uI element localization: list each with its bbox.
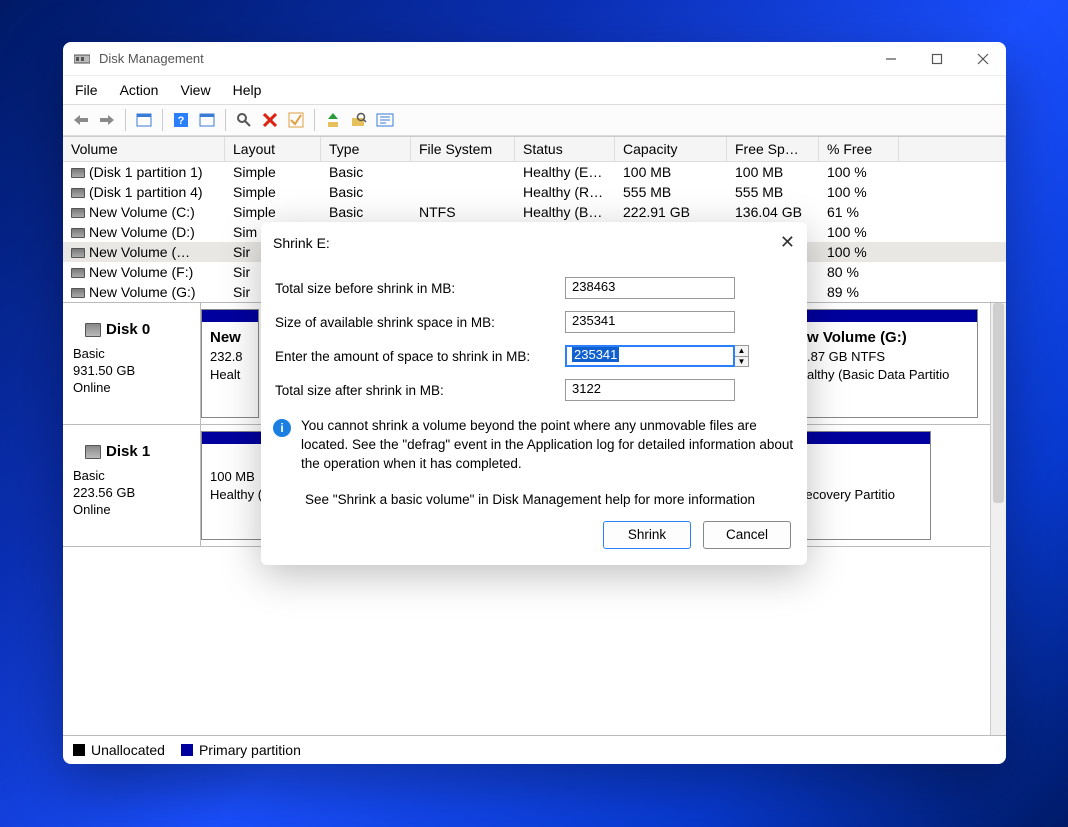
menu-action[interactable]: Action — [116, 80, 163, 100]
partition[interactable]: New232.8Healt — [201, 309, 259, 418]
minimize-button[interactable] — [868, 42, 914, 76]
col-free[interactable]: Free Sp… — [727, 137, 819, 162]
drive-icon — [71, 228, 85, 238]
value-total-before: 238463 — [565, 277, 735, 299]
drive-icon — [71, 288, 85, 298]
menu-view[interactable]: View — [176, 80, 214, 100]
label-enter-amount: Enter the amount of space to shrink in M… — [275, 349, 565, 364]
titlebar: Disk Management — [63, 42, 1006, 76]
disk-icon — [85, 445, 101, 459]
drive-icon — [71, 168, 85, 178]
cancel-button[interactable]: Cancel — [703, 521, 791, 549]
col-volume[interactable]: Volume — [63, 137, 225, 162]
legend-unallocated: Unallocated — [73, 742, 165, 758]
shrink-dialog: Shrink E: ✕ Total size before shrink in … — [261, 222, 807, 565]
show-hide-icon[interactable] — [132, 108, 156, 132]
col-layout[interactable]: Layout — [225, 137, 321, 162]
volume-row[interactable]: (Disk 1 partition 4)SimpleBasicHealthy (… — [63, 182, 1006, 202]
dialog-close-icon[interactable]: ✕ — [780, 232, 795, 253]
toolbar: ? — [63, 104, 1006, 136]
drive-icon — [71, 248, 85, 258]
drive-icon — [71, 208, 85, 218]
app-title: Disk Management — [99, 51, 204, 66]
label-total-before: Total size before shrink in MB: — [275, 281, 565, 296]
shrink-amount-input[interactable]: 235341 — [565, 345, 735, 367]
disk-header[interactable]: Disk 1Basic223.56 GBOnline — [63, 425, 201, 546]
shrink-button[interactable]: Shrink — [603, 521, 691, 549]
volume-row[interactable]: New Volume (C:)SimpleBasicNTFSHealthy (B… — [63, 202, 1006, 222]
volume-row[interactable]: (Disk 1 partition 1)SimpleBasicHealthy (… — [63, 162, 1006, 182]
svg-text:?: ? — [178, 115, 185, 127]
delete-icon[interactable] — [258, 108, 282, 132]
menu-bar: File Action View Help — [63, 76, 1006, 104]
help-icon[interactable]: ? — [169, 108, 193, 132]
partition[interactable]: w Volume (G:).87 GB NTFSalthy (Basic Dat… — [798, 309, 978, 418]
disk-header[interactable]: Disk 0Basic931.50 GBOnline — [63, 303, 201, 424]
legend-primary: Primary partition — [181, 742, 301, 758]
properties-icon[interactable] — [373, 108, 397, 132]
dialog-title: Shrink E: — [273, 235, 330, 251]
value-total-after: 3122 — [565, 379, 735, 401]
col-capacity[interactable]: Capacity — [615, 137, 727, 162]
value-available: 235341 — [565, 311, 735, 333]
back-icon[interactable] — [69, 108, 93, 132]
app-icon — [73, 50, 91, 68]
col-type[interactable]: Type — [321, 137, 411, 162]
col-fs[interactable]: File System — [411, 137, 515, 162]
info-icon: i — [273, 419, 291, 437]
upload-icon[interactable] — [321, 108, 345, 132]
grid-header: Volume Layout Type File System Status Ca… — [63, 137, 1006, 162]
col-pct-free[interactable]: % Free — [819, 137, 899, 162]
col-status[interactable]: Status — [515, 137, 615, 162]
disk-scrollbar[interactable] — [990, 303, 1006, 735]
legend: Unallocated Primary partition — [63, 735, 1006, 764]
disk-management-window: Disk Management File Action View Help ? — [63, 42, 1006, 764]
maximize-button[interactable] — [914, 42, 960, 76]
label-total-after: Total size after shrink in MB: — [275, 383, 565, 398]
close-button[interactable] — [960, 42, 1006, 76]
menu-file[interactable]: File — [71, 80, 102, 100]
forward-icon[interactable] — [95, 108, 119, 132]
find-disk-icon[interactable] — [347, 108, 371, 132]
help-text: See "Shrink a basic volume" in Disk Mana… — [261, 474, 807, 511]
scrollbar-thumb[interactable] — [993, 303, 1004, 503]
console-icon[interactable] — [195, 108, 219, 132]
check-icon[interactable] — [284, 108, 308, 132]
search-icon[interactable] — [232, 108, 256, 132]
label-available: Size of available shrink space in MB: — [275, 315, 565, 330]
menu-help[interactable]: Help — [229, 80, 266, 100]
shrink-amount-spinner[interactable]: ▲▼ — [735, 345, 749, 367]
info-text: You cannot shrink a volume beyond the po… — [301, 417, 795, 474]
disk-icon — [85, 323, 101, 337]
drive-icon — [71, 268, 85, 278]
drive-icon — [71, 188, 85, 198]
col-spacer — [899, 137, 1006, 162]
